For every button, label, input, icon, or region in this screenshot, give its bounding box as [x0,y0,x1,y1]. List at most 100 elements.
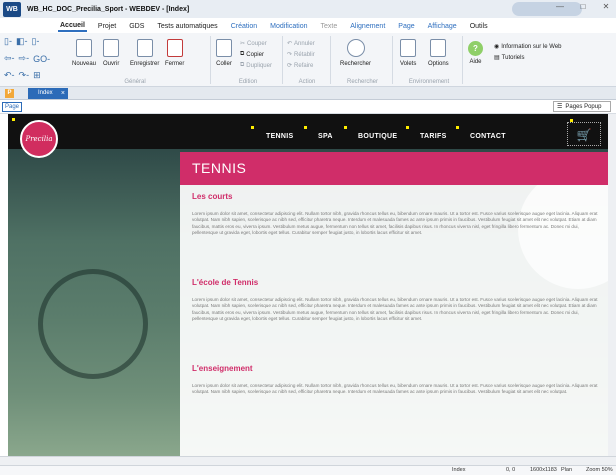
nav-contact[interactable]: CONTACT [470,133,506,140]
anchor-dot [304,126,307,129]
tab-tests-automatiques[interactable]: Tests automatiques [155,22,219,31]
cart-icon[interactable]: 🛒 [567,122,601,146]
info-web-button[interactable]: ◉ Information sur le Web [494,42,562,51]
undo-quick-icon[interactable]: ↶- [4,70,15,81]
copier-button[interactable]: ⧉ Copier [240,50,272,59]
tab-affichage[interactable]: Affichage [426,22,459,31]
help-icon: ? [468,41,483,56]
doc-tab-index[interactable]: Index × [28,88,68,99]
page-tab[interactable]: Page [2,102,22,112]
tutoriels-button[interactable]: ▤ Tutoriels [494,53,562,62]
status-page: Index [452,467,466,473]
compare-icon[interactable]: ⊞ [33,70,41,81]
tab-modification[interactable]: Modification [268,22,309,31]
save-icon [136,39,153,57]
separator [392,36,393,84]
volets-button[interactable]: Volets [400,39,416,67]
nouveau-button[interactable]: Nouveau [72,39,96,67]
undo-icon: ↶ [287,41,293,47]
couper-button[interactable]: ✂ Couper [240,39,272,48]
gen-icon[interactable]: ▯- [31,36,39,47]
new-doc-icon[interactable]: ▯- [4,36,12,47]
tab-texte[interactable]: Texte [319,22,340,31]
separator [210,36,211,84]
repeat-icon: ⟳ [287,63,293,69]
project-icon[interactable]: P [5,89,14,98]
webdev-logo[interactable]: WB [3,1,21,17]
aide-button[interactable]: ? Aide [468,41,483,65]
content-panel: TENNIS Les courts Lorem ipsum dolor sit … [180,152,608,456]
tutorial-icon: ▤ [494,55,500,61]
back-icon[interactable]: ⇦- [4,53,15,64]
tab-projet[interactable]: Projet [96,22,118,31]
ribbon: ▯- ◧- ▯- ⇦- ⇨- GO- ↶- ↷- ⊞ Nouveau Ouvrir Enre… [0,33,616,87]
close-button[interactable]: ✕ [600,2,612,11]
minimize-button[interactable]: — [554,2,566,11]
separator [330,36,331,84]
section-text-enseignement: Lorem ipsum dolor sit amet, consectetur … [192,383,598,395]
site-logo[interactable]: Precilia [20,120,58,158]
coller-button[interactable]: Coller [216,39,232,67]
pages-popup-button[interactable]: ☰ Pages Popup [553,101,611,112]
search-icon [346,39,365,57]
document-tab-bar: P Index × [0,87,616,100]
status-coords: 0, 0 [506,467,516,473]
tab-gds[interactable]: GDS [127,22,146,31]
tab-creation[interactable]: Création [229,22,259,31]
anchor-dot [251,126,254,129]
nav-tarifs[interactable]: TARIFS [420,133,447,140]
group-general-label: Général [124,79,146,85]
content-title: TENNIS [180,152,608,185]
nav-spa[interactable]: SPA [318,133,333,140]
status-mode: Plan [561,467,573,473]
separator [462,36,463,84]
redo-quick-icon[interactable]: ↷- [19,70,30,81]
nav-tennis[interactable]: TENNIS [266,133,293,140]
paste-icon [216,39,232,57]
separator [282,36,283,84]
tab-outils[interactable]: Outils [468,22,490,31]
open-doc-icon[interactable]: ◧- [16,36,28,47]
close-file-icon [166,39,183,57]
fwd-icon[interactable]: ⇨- [19,53,30,64]
page-editor-canvas[interactable]: TENNIS SPA BOUTIQUE TARIFS CONTACT 🛒 Pre… [8,114,608,456]
nav-boutique[interactable]: BOUTIQUE [358,133,397,140]
dupliquer-button[interactable]: ⧉ Dupliquer [240,61,272,70]
group-recherche-label: Rechercher [346,79,378,85]
maximize-button[interactable]: □ [577,2,589,11]
tab-accueil[interactable]: Accueil [58,21,87,32]
fermer-button[interactable]: Fermer [165,39,184,67]
site-top-nav: TENNIS SPA BOUTIQUE TARIFS CONTACT 🛒 [8,114,608,149]
status-zoom: Zoom 50% [586,467,613,473]
copy-icon: ⧉ [240,51,245,57]
ouvrir-button[interactable]: Ouvrir [103,39,119,67]
go-icon[interactable]: GO- [33,54,50,64]
duplicate-icon: ⧉ [240,62,245,68]
ribbon-tabs: Accueil Projet GDS Tests automatiques Cr… [58,19,490,33]
vertical-scrollbar[interactable] [608,114,616,456]
scissors-icon: ✂ [240,41,246,47]
status-resolution: 1600x1183 [530,467,557,473]
options-icon [430,39,447,57]
status-bar: Index 0, 0 1600x1183 Plan Zoom 50% [0,465,616,475]
close-tab-icon[interactable]: × [61,88,65,99]
tab-alignement[interactable]: Alignement [348,22,387,31]
section-title-courts: Les courts [192,192,233,201]
retablir-button[interactable]: ↷ Rétablir [287,50,315,59]
section-title-ecole: L'école de Tennis [192,278,259,287]
open-folder-icon [103,39,120,57]
page-bar: Page ☰ Pages Popup [0,100,616,114]
section-title-enseignement: L'enseignement [192,364,253,373]
horizontal-scrollbar[interactable] [0,456,616,465]
new-file-icon [76,39,93,57]
anchor-dot [344,126,347,129]
annuler-button[interactable]: ↶ Annuler [287,39,315,48]
enregistrer-button[interactable]: Enregistrer [130,39,159,67]
options-button[interactable]: Options [428,39,449,67]
rechercher-button[interactable]: Rechercher [340,39,371,67]
panels-icon [400,39,417,57]
section-text-ecole: Lorem ipsum dolor sit amet, consectetur … [192,297,598,321]
redo-icon: ↷ [287,52,293,58]
tab-page[interactable]: Page [396,22,416,31]
refaire-button[interactable]: ⟳ Refaire [287,61,315,70]
